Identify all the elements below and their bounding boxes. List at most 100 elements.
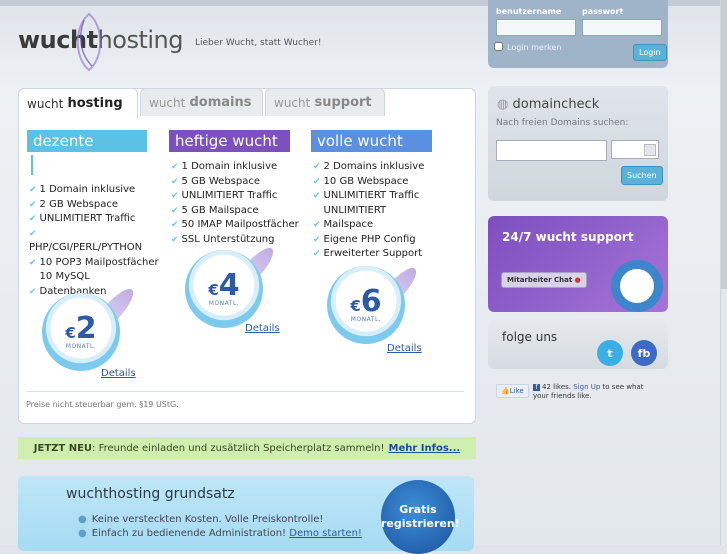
plan-title-dezente: dezente wucht [27, 130, 147, 172]
password-label: passwort [582, 7, 624, 16]
plan-features-dezente: ✔ 1 Domain inklusive ✔ 2 GB Webspace ✔ UNLI… [29, 183, 159, 299]
login-button[interactable]: Login [633, 44, 667, 61]
check-icon: ✔ [29, 214, 37, 224]
feature-item: ✔UNLIMITIERT Mailspace [313, 204, 387, 231]
chat-button[interactable]: Mitarbeiter Chat ● [501, 272, 587, 288]
details-link-volle[interactable]: Details [387, 343, 422, 354]
plan-title-heftige: heftige wucht [169, 130, 290, 152]
more-info-link[interactable]: Mehr Infos... [389, 443, 461, 454]
remember-checkbox[interactable] [494, 42, 503, 51]
tab-domains-big: domains [189, 95, 252, 110]
tab-hosting-small: wucht [27, 96, 64, 111]
banner-prefix: JETZT NEU [33, 442, 93, 454]
feature-item: ✔ 5 GB Mailspace [171, 204, 259, 216]
tab-hosting-big: hosting [67, 96, 123, 111]
password-input[interactable] [582, 19, 662, 36]
check-icon: ✔ [313, 176, 321, 187]
feature-item: ✔ 5 GB Webspace [171, 175, 261, 187]
twitter-icon[interactable]: t [597, 340, 623, 366]
bullet-icon: ● [78, 514, 87, 525]
feature-item: ✔ Erweiterter Support [313, 248, 423, 259]
chat-icon: ● [574, 276, 581, 284]
gratis-line-2: registrieren! [381, 517, 460, 530]
grundsatz-title: wuchthosting grundsatz [66, 486, 235, 502]
tab-support-small: wucht [274, 95, 311, 110]
tab-hosting[interactable]: wucht hosting [18, 88, 138, 118]
scrollbar-thumb[interactable] [721, 0, 727, 289]
plan-features-volle: ✔ 2 Domains inklusive ✔ 10 GB Webspace ✔ UN… [313, 160, 453, 262]
login-box: benutzername passwort Login merken Login [488, 0, 668, 68]
follow-box: folge uns t fb [488, 319, 668, 369]
plan-features-heftige: ✔ 1 Domain inklusive ✔ 5 GB Webspace ✔ UNLI… [171, 160, 311, 247]
search-button[interactable]: Suchen [621, 166, 663, 185]
tld-select[interactable] [611, 140, 659, 159]
check-icon: ✔ [171, 191, 179, 201]
dropdown-icon [644, 144, 656, 156]
scrollbar[interactable] [720, 0, 727, 545]
feature-item: ✔ PHP/CGI/PERL/PYTHON [29, 228, 143, 254]
check-icon: ✔ [313, 220, 321, 230]
list-item: ● Einfach zu bedienende Administration! D… [78, 528, 362, 539]
feature-item: ✔ SSL Unterstützung [171, 233, 275, 245]
check-icon: ✔ [29, 257, 37, 268]
check-icon: ✔ [313, 234, 321, 245]
gratis-line-1: Gratis [399, 503, 437, 516]
domaincheck-subtitle: Nach freien Domains suchen: [496, 118, 629, 128]
check-icon: ✔ [171, 220, 179, 230]
like-count-text: f 42 likes. Sign Up to see what your frie… [533, 383, 644, 400]
gratis-register-button[interactable]: Gratis registrieren! [381, 480, 460, 554]
tab-support-big: support [314, 95, 372, 110]
feature-item: ✔ UNLIMITIERT Traffic [313, 190, 420, 201]
remember-label: Login merken [507, 43, 562, 52]
demo-link[interactable]: Demo starten! [289, 528, 362, 539]
list-item: ● Keine versteckten Kosten. Volle Preisko… [78, 514, 324, 525]
feature-item: ✔ 2 Domains inklusive [313, 161, 425, 172]
feature-item: ✔ 1 Domain inklusive [171, 161, 278, 172]
bullet-icon: ● [78, 528, 87, 539]
feature-item: ✔ 10 GB Webspace [313, 175, 409, 187]
feature-item: ✔ 2 GB Webspace [29, 198, 119, 210]
logo-hosting: hosting [97, 26, 184, 54]
feature-item: ✔ UNLIMITIERT Traffic [171, 190, 278, 201]
lifebuoy-icon [611, 260, 663, 312]
username-label: benutzername [496, 7, 562, 16]
plan-title-volle: volle wucht [311, 130, 432, 152]
tab-domains[interactable]: wucht domains [140, 88, 263, 116]
check-icon: ✔ [313, 249, 321, 259]
price-badge-heftige: €4 MONATL. [185, 250, 263, 328]
check-icon: ✔ [171, 234, 179, 245]
check-icon: ✔ [29, 228, 37, 239]
plan-accent [31, 155, 33, 175]
follow-title: folge uns [502, 330, 558, 344]
tab-support[interactable]: wucht support [265, 88, 385, 116]
check-icon: ✔ [313, 162, 321, 172]
feature-item: ✔ 50 IMAP Mailpostfächer [171, 219, 299, 230]
username-input[interactable] [496, 19, 576, 36]
facebook-icon[interactable]: fb [631, 340, 657, 366]
like-button[interactable]: 👍Like [496, 384, 529, 398]
thumbs-up-icon: 👍 [501, 387, 510, 395]
grundsatz-list: ● Keine versteckten Kosten. Volle Preisko… [78, 513, 362, 541]
price-badge-dezente: €2 MONATL. [42, 293, 120, 371]
support-title: 24/7 wucht support [502, 230, 634, 244]
domain-input[interactable] [496, 140, 607, 161]
domaincheck-title: ◍ domaincheck [497, 97, 600, 112]
check-icon: ✔ [29, 185, 37, 195]
feature-item: ✔ UNLIMITIERT Traffic [29, 213, 136, 224]
divider [26, 391, 464, 392]
logo-swirl-icon [76, 12, 102, 72]
slogan: Lieber Wucht, statt Wucher! [195, 38, 322, 48]
feature-item: ✔ 1 Domain inklusive [29, 184, 136, 195]
facebook-small-icon: f [533, 384, 540, 391]
signup-link[interactable]: Sign Up [573, 383, 600, 391]
details-link-dezente[interactable]: Details [101, 368, 136, 379]
support-box: 24/7 wucht support Mitarbeiter Chat ● [488, 216, 668, 312]
details-link-heftige[interactable]: Details [245, 323, 280, 334]
check-icon: ✔ [171, 162, 179, 172]
check-icon: ✔ [29, 199, 37, 210]
globe-icon: ◍ [497, 97, 509, 112]
feature-item: ✔ 10 POP3 Mailpostfächer [29, 256, 159, 268]
new-feature-banner: JETZT NEU: Freunde einladen und zusätzli… [18, 437, 476, 459]
check-icon: ✔ [313, 191, 321, 201]
tab-domains-small: wucht [149, 95, 186, 110]
